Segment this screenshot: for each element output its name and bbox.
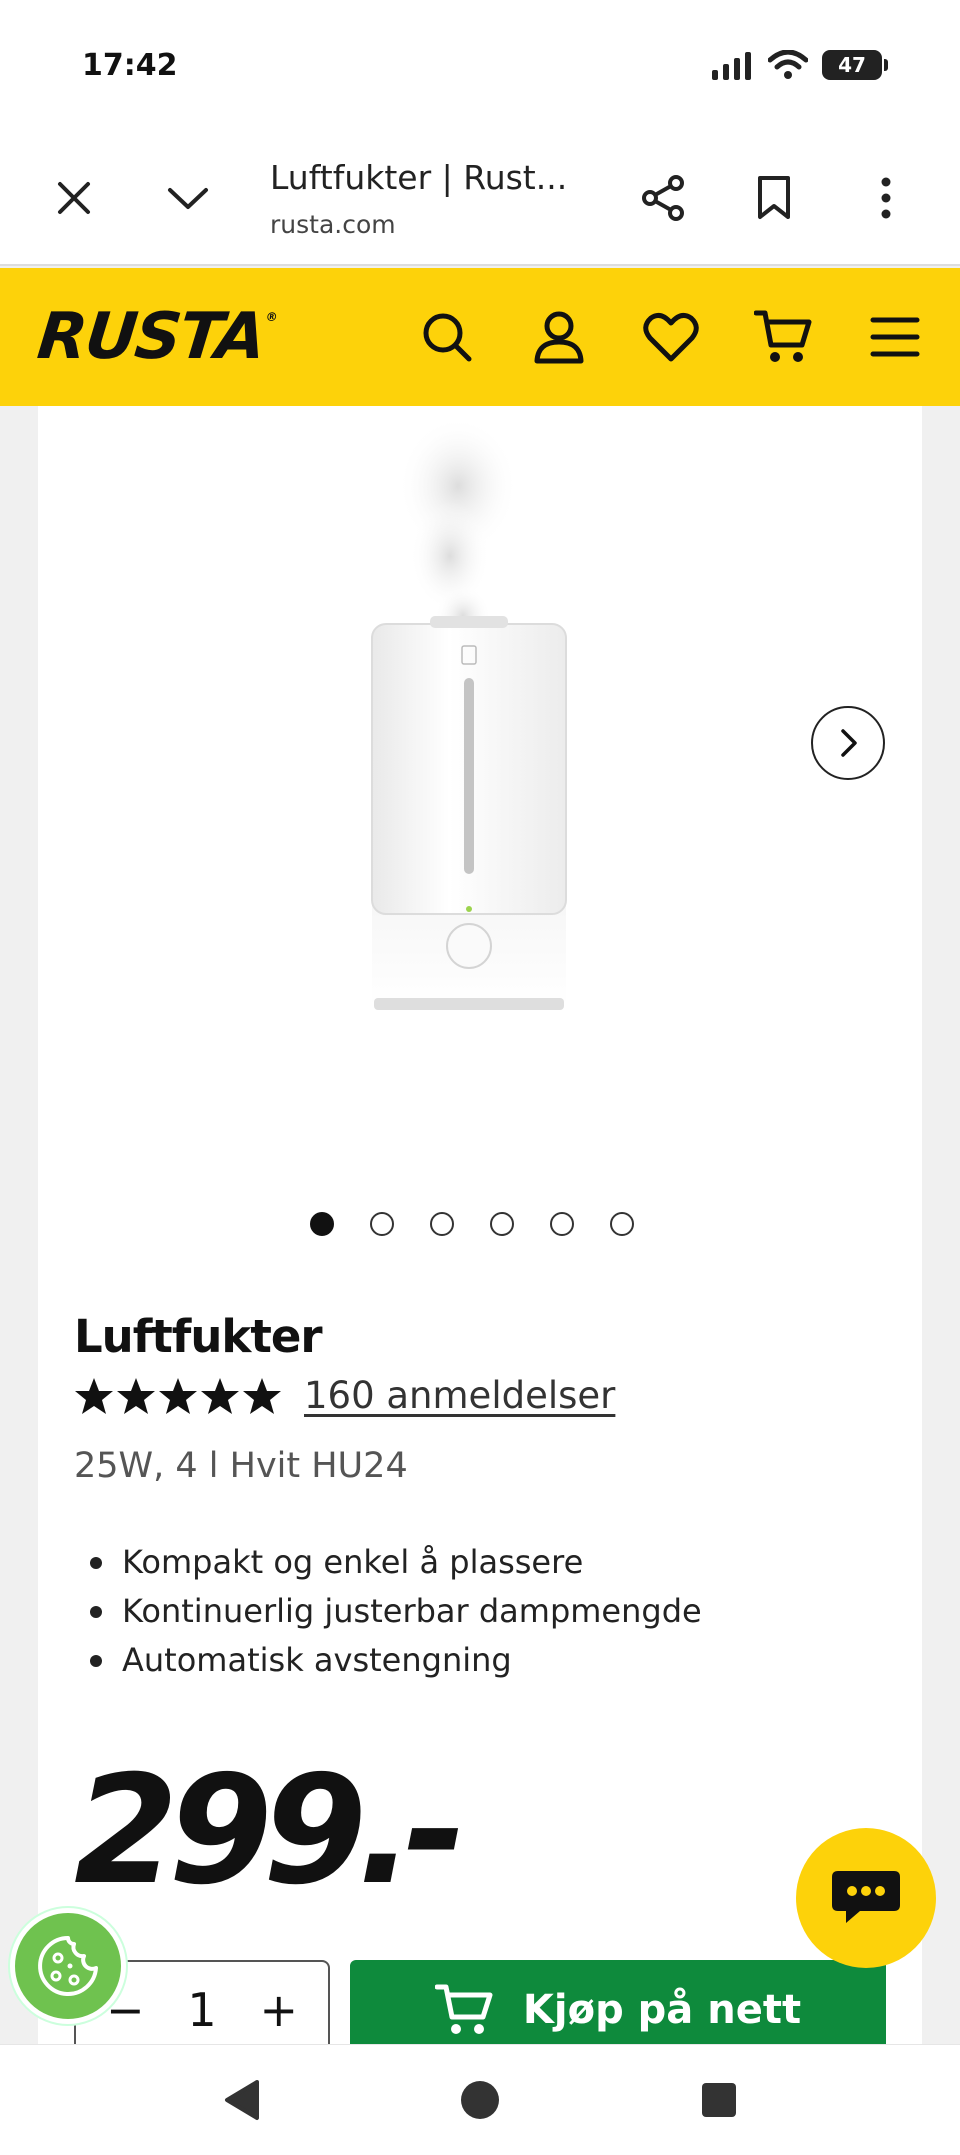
qty-plus-button[interactable]: + (259, 1983, 298, 2037)
reviews-link[interactable]: 160 anmeldelser (304, 1374, 615, 1417)
star-icon (243, 1377, 281, 1414)
home-icon[interactable] (455, 2075, 505, 2125)
status-icons: 47 (712, 50, 888, 80)
cart-icon (434, 1984, 493, 2034)
gallery-dot[interactable] (310, 1212, 334, 1236)
battery-icon: 47 (822, 50, 888, 80)
search-icon[interactable] (412, 302, 482, 372)
gallery-dot[interactable] (550, 1212, 574, 1236)
recents-icon[interactable] (694, 2075, 744, 2125)
gallery-dots (38, 1212, 922, 1236)
site-header: RUSTA® (0, 268, 960, 406)
chevron-down-icon[interactable] (160, 170, 216, 226)
gallery-dot[interactable] (430, 1212, 454, 1236)
product-card: Luftfukter 160 anmeldelser 25W, 4 l Hvit… (38, 406, 922, 2060)
heart-icon[interactable] (636, 302, 706, 372)
star-icon (201, 1377, 239, 1414)
cookie-icon (38, 1936, 98, 1996)
star-icon (117, 1377, 155, 1414)
signal-icon (712, 52, 751, 80)
product-price: 299.- (74, 1744, 466, 1918)
rusta-logo[interactable]: RUSTA® (34, 300, 277, 374)
rating-stars[interactable] (74, 1376, 282, 1416)
status-bar: 17:42 47 (0, 0, 960, 130)
star-icon (75, 1377, 113, 1414)
account-icon[interactable] (524, 302, 594, 372)
battery-level: 47 (838, 53, 866, 77)
chat-button[interactable] (796, 1828, 936, 1968)
feature-list: Kompakt og enkel å plassere Kontinuerlig… (90, 1538, 702, 1685)
rating-row: 160 anmeldelser (74, 1374, 615, 1417)
bookmark-icon[interactable] (746, 170, 802, 226)
share-icon[interactable] (636, 170, 692, 226)
back-icon[interactable] (216, 2075, 266, 2125)
gallery-dot[interactable] (490, 1212, 514, 1236)
close-icon[interactable] (46, 170, 102, 226)
cookie-settings-button[interactable] (10, 1908, 126, 2024)
qty-value[interactable]: 1 (187, 1983, 216, 2037)
product-name: Luftfukter (74, 1310, 323, 1363)
gallery-dot[interactable] (610, 1212, 634, 1236)
status-time: 17:42 (82, 48, 178, 83)
feature-item: Kontinuerlig justerbar dampmengde (90, 1587, 702, 1636)
page-domain[interactable]: rusta.com (270, 210, 396, 239)
more-vertical-icon[interactable] (858, 170, 914, 226)
page-title[interactable]: Luftfukter | Rust... (270, 158, 567, 197)
product-variant: 25W, 4 l Hvit HU24 (74, 1446, 408, 1486)
system-nav-bar (0, 2044, 960, 2155)
buy-label: Kjøp på nett (522, 1987, 802, 2033)
cart-icon[interactable] (748, 302, 818, 372)
wifi-icon (768, 50, 808, 79)
feature-item: Automatisk avstengning (90, 1636, 702, 1685)
chat-bubble-icon (832, 1871, 900, 1923)
browser-toolbar: Luftfukter | Rust... rusta.com (0, 130, 960, 266)
gallery-dot[interactable] (370, 1212, 394, 1236)
next-image-button[interactable] (811, 706, 885, 780)
menu-icon[interactable] (860, 302, 930, 372)
product-image[interactable] (38, 406, 922, 1186)
star-icon (159, 1377, 197, 1414)
feature-item: Kompakt og enkel å plassere (90, 1538, 702, 1587)
